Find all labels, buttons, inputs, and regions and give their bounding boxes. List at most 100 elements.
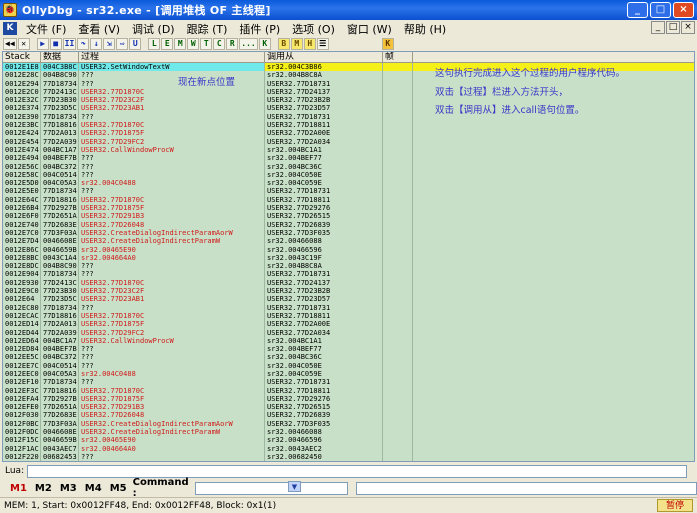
table-row[interactable]: 0012E454 77D2A039 USER32.77D29FC2 USER32.77… — [3, 137, 694, 146]
cell-frame[interactable] — [383, 378, 413, 387]
cell-data[interactable]: 0046608E — [41, 428, 79, 437]
cell-frame[interactable] — [383, 320, 413, 329]
memory-breakpoints-button[interactable]: M — [290, 38, 303, 50]
cell-called-from[interactable]: USER32.77D23B2B — [265, 287, 383, 296]
cell-stack[interactable]: 0012EE5C — [3, 353, 41, 362]
cell-data[interactable]: 77D23D5C — [41, 104, 79, 113]
menu-options[interactable]: 选项 (O) — [286, 21, 341, 37]
breakpoints-button[interactable]: B — [277, 38, 290, 50]
title-bar[interactable]: 🐞 OllyDbg - sr32.exe - [调用堆栈 OF 主线程] _ □… — [0, 0, 697, 20]
table-row[interactable]: 0012E8DC 004B8C90??? sr32.004B8C8A — [3, 262, 694, 271]
cell-procedure[interactable]: ??? — [79, 262, 265, 271]
cell-procedure[interactable]: USER32.CreateDialogIndirectParamW — [79, 428, 265, 437]
cell-data[interactable]: 77D18734 — [41, 79, 79, 88]
stop-button[interactable]: ■ — [49, 38, 62, 50]
cell-stack[interactable]: 0012F1AC — [3, 444, 41, 453]
cell-frame[interactable] — [383, 71, 413, 80]
cell-stack[interactable]: 0012E7C0 — [3, 228, 41, 238]
cell-called-from[interactable]: USER32.77D18731 — [265, 270, 383, 279]
cell-stack[interactable]: 0012E454 — [3, 137, 41, 146]
cpu-window-button[interactable]: C — [213, 38, 226, 50]
cell-frame[interactable] — [383, 170, 413, 180]
table-row[interactable]: 0012F0DC 0046608E USER32.CreateDialogIndir… — [3, 428, 694, 437]
cell-procedure[interactable]: USER32.77D23C2F — [79, 96, 265, 105]
table-row[interactable]: 0012EE7C 004C0514??? sr32.004C050E — [3, 361, 694, 370]
step-into-button[interactable]: ↷ — [77, 38, 90, 50]
cell-data[interactable]: 77D18734 — [41, 270, 79, 279]
cell-frame[interactable] — [383, 419, 413, 429]
cell-data[interactable]: 0046659B — [41, 436, 79, 445]
cell-called-from[interactable]: USER32.77D3F035 — [265, 228, 383, 238]
cell-called-from[interactable]: sr32.004BC36C — [265, 353, 383, 362]
cell-data[interactable]: 0043C1A4 — [41, 253, 79, 263]
cell-procedure[interactable]: USER32.77D1875F — [79, 394, 265, 404]
cell-frame[interactable] — [383, 386, 413, 395]
run-trace-button[interactable]: ... — [239, 38, 258, 50]
cell-data[interactable]: 0046608E — [41, 237, 79, 246]
table-row[interactable]: 0012E86C 0046659B sr32.00465E90 sr32.004665… — [3, 245, 694, 254]
cell-called-from[interactable]: USER32.77D18731 — [265, 112, 383, 122]
cell-data[interactable]: 77D3F03A — [41, 228, 79, 238]
table-row[interactable]: 0012E64C 77D18816 USER32.77D1870C USER32.77… — [3, 195, 694, 205]
cell-called-from[interactable]: sr32.004C3B86 — [265, 63, 383, 72]
cell-procedure[interactable]: ??? — [79, 270, 265, 279]
cell-called-from[interactable]: sr32.004BC1A1 — [265, 336, 383, 346]
cell-procedure[interactable]: sr32.004C0488 — [79, 369, 265, 379]
cell-procedure[interactable]: ??? — [79, 361, 265, 370]
cell-frame[interactable] — [383, 112, 413, 122]
table-row[interactable]: 0012EEC0 004C05A3 sr32.004C0488 sr32.004C05… — [3, 369, 694, 379]
cell-frame[interactable] — [383, 104, 413, 113]
table-row[interactable]: 0012E930 77D2413C USER32.77D1870C USER32.77… — [3, 278, 694, 288]
cell-procedure[interactable]: USER32.77D1870C — [79, 195, 265, 205]
cell-called-from[interactable]: USER32.77D2A00E — [265, 129, 383, 138]
child-minimize-button[interactable]: _ — [651, 21, 665, 34]
cell-called-from[interactable]: USER32.77D2A034 — [265, 328, 383, 337]
cell-called-from[interactable]: USER32.77D23D57 — [265, 104, 383, 113]
cell-stack[interactable]: 0012E1E8 — [3, 63, 41, 72]
table-row[interactable]: 0012E294 77D18734??? USER32.77D18731 — [3, 79, 694, 88]
chevron-down-icon[interactable]: ▼ — [288, 481, 301, 492]
cell-stack[interactable]: 0012ED84 — [3, 345, 41, 354]
cell-data[interactable]: 004C0514 — [41, 170, 79, 180]
table-row[interactable]: 0012E6F0 77D2651A USER32.77D291B3 USER32.77… — [3, 212, 694, 221]
cell-frame[interactable] — [383, 96, 413, 105]
cell-procedure[interactable]: USER32.77D1875F — [79, 204, 265, 213]
cell-frame[interactable] — [383, 253, 413, 263]
cell-data[interactable]: 77D2651A — [41, 403, 79, 412]
cell-frame[interactable] — [383, 212, 413, 221]
cell-frame[interactable] — [383, 369, 413, 379]
table-row[interactable]: 0012F0BC 77D3F03A USER32.CreateDialogIndir… — [3, 419, 694, 429]
cell-called-from[interactable]: USER32.77D26515 — [265, 212, 383, 221]
table-row[interactable]: 0012EFA4 77D2927B USER32.77D1875F USER32.77… — [3, 394, 694, 404]
cell-data[interactable]: 77D2683E — [41, 411, 79, 420]
cell-called-from[interactable]: sr32.004B8C8A — [265, 262, 383, 271]
cell-procedure[interactable]: USER32.CallWindowProcW — [79, 336, 265, 346]
cell-procedure[interactable]: ??? — [79, 378, 265, 387]
cell-stack[interactable]: 0012E9C0 — [3, 287, 41, 296]
cell-stack[interactable]: 0012E5D0 — [3, 179, 41, 188]
table-row[interactable]: 0012F15C 0046659B sr32.00465E90 sr32.004665… — [3, 436, 694, 445]
list-icon[interactable]: ☰ — [316, 38, 329, 50]
cell-stack[interactable]: 0012E294 — [3, 79, 41, 88]
cell-data[interactable]: 77D3F03A — [41, 419, 79, 429]
table-row[interactable]: 0012E6B4 77D2927B USER32.77D1875F USER32.77… — [3, 204, 694, 213]
cell-called-from[interactable]: USER32.77D18811 — [265, 121, 383, 130]
cell-data[interactable]: 77D2927B — [41, 204, 79, 213]
cell-procedure[interactable]: USER32.77D29FC2 — [79, 328, 265, 337]
cell-stack[interactable]: 0012E58C — [3, 170, 41, 180]
m3-button[interactable]: M3 — [56, 483, 81, 494]
cell-frame[interactable] — [383, 311, 413, 321]
cell-procedure[interactable]: sr32.004C0488 — [79, 179, 265, 188]
cell-data[interactable]: 77D18734 — [41, 378, 79, 387]
cell-frame[interactable] — [383, 287, 413, 296]
cell-frame[interactable] — [383, 129, 413, 138]
cell-stack[interactable]: 0012E86C — [3, 245, 41, 254]
table-row[interactable]: 0012ED14 77D2A013 USER32.77D1875F USER32.77… — [3, 320, 694, 329]
cell-frame[interactable] — [383, 204, 413, 213]
cell-data[interactable]: 77D23B30 — [41, 96, 79, 105]
table-row[interactable]: 0012EFE0 77D2651A USER32.77D291B3 USER32.77… — [3, 403, 694, 412]
cell-frame[interactable] — [383, 145, 413, 155]
call-stack-button[interactable]: K — [258, 38, 271, 50]
cell-data[interactable]: 77D23B30 — [41, 287, 79, 296]
cell-stack[interactable]: 0012E64C — [3, 195, 41, 205]
